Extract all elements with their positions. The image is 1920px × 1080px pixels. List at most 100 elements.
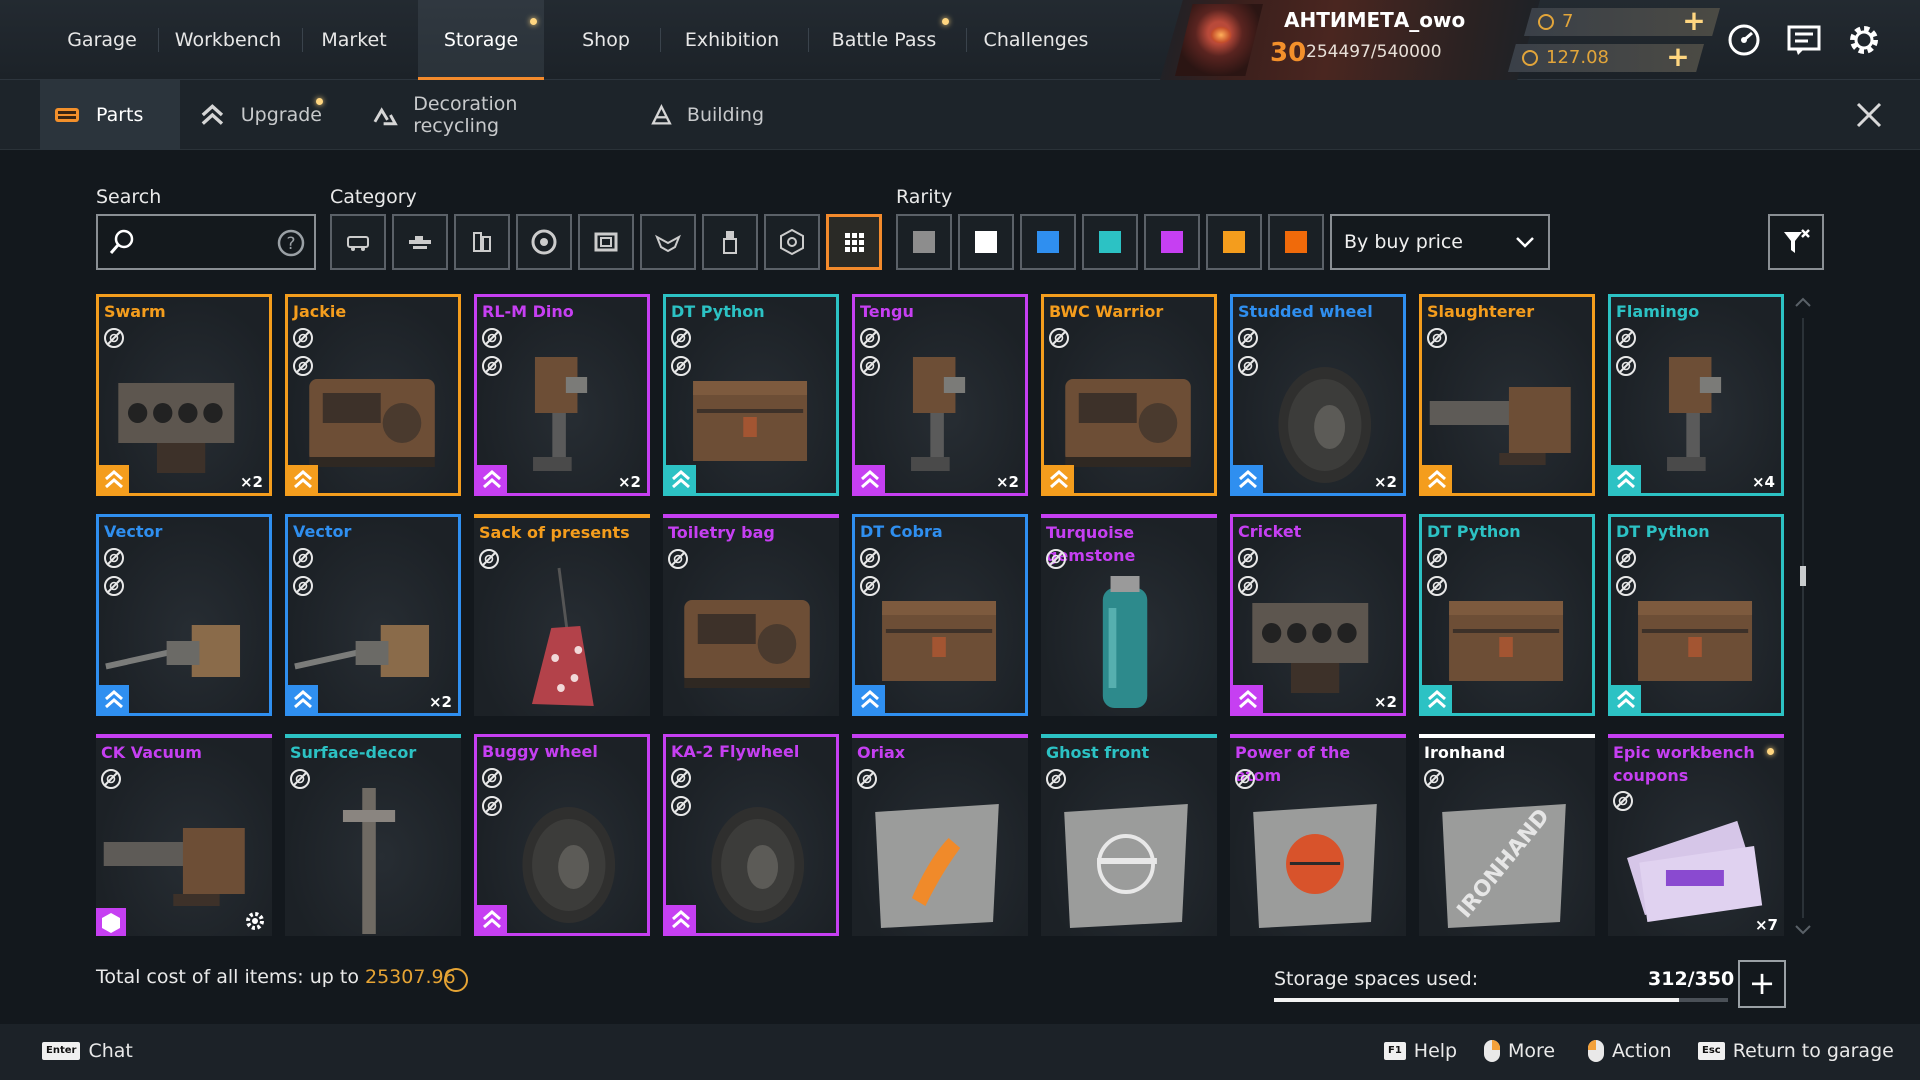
nav-tab-shop[interactable]: Shop — [556, 0, 656, 80]
item-card[interactable]: Flamingo ×4 — [1608, 294, 1784, 496]
return-hint[interactable]: Esc Return to garage — [1698, 1040, 1894, 1062]
close-icon[interactable] — [1854, 100, 1884, 130]
item-name: Jackie — [293, 302, 347, 321]
item-card[interactable]: Ghost front — [1041, 734, 1217, 936]
scrollbar-track[interactable] — [1802, 318, 1804, 918]
nav-tab-workbench[interactable]: Workbench — [162, 0, 294, 80]
nav-tab-exhibition[interactable]: Exhibition — [664, 0, 800, 80]
item-card[interactable]: Surface-decor — [285, 734, 461, 936]
scroll-down-icon[interactable] — [1794, 924, 1812, 936]
modules-category-icon — [473, 232, 491, 252]
action-label: Action — [1612, 1040, 1672, 1062]
category-filter-wheels[interactable] — [516, 214, 572, 270]
total-cost-value: 25307.96 — [365, 966, 456, 988]
search-input[interactable]: ? — [96, 214, 316, 270]
item-card[interactable]: Tengu ×2 — [852, 294, 1028, 496]
subtab-parts[interactable]: Parts — [40, 80, 180, 150]
category-filter-modules[interactable] — [454, 214, 510, 270]
item-card[interactable]: BWC Warrior — [1041, 294, 1217, 496]
action-hint[interactable]: Action — [1588, 1040, 1672, 1062]
add-coins-button[interactable]: + — [1680, 8, 1708, 36]
sort-dropdown[interactable]: By buy price — [1330, 214, 1550, 270]
help-label: Help — [1413, 1040, 1458, 1062]
not-sellable-icon — [1616, 356, 1636, 376]
rarity-badge — [855, 685, 885, 713]
item-card[interactable]: Slaughterer — [1419, 294, 1595, 496]
item-card[interactable]: Studded wheel ×2 — [1230, 294, 1406, 496]
item-card[interactable]: DT Python — [663, 294, 839, 496]
chat-hint[interactable]: Enter Chat — [42, 1040, 133, 1062]
item-card[interactable]: DT Python — [1419, 514, 1595, 716]
subtab-upgrade[interactable]: Upgrade — [186, 80, 334, 150]
not-sellable-icon — [1238, 576, 1258, 596]
add-money-button[interactable]: + — [1664, 44, 1692, 72]
upgrade-chevrons-icon — [861, 470, 879, 489]
help-icon[interactable]: ? — [276, 228, 306, 258]
item-card[interactable]: RL-M Dino ×2 — [474, 294, 650, 496]
item-card[interactable]: Turquoise gemstone — [1041, 514, 1217, 716]
item-card[interactable]: Swarm ×2 — [96, 294, 272, 496]
expand-storage-button[interactable]: + — [1738, 960, 1786, 1008]
building-icon — [651, 104, 672, 125]
rarity-filter-7[interactable] — [1268, 214, 1324, 270]
rarity-filter-5[interactable] — [1144, 214, 1200, 270]
item-card[interactable]: Toiletry bag — [663, 514, 839, 716]
nav-tab-garage[interactable]: Garage — [50, 0, 154, 80]
not-tradable-icon — [482, 768, 502, 788]
item-card[interactable]: Oriax — [852, 734, 1028, 936]
rarity-filter-1[interactable] — [896, 214, 952, 270]
scrollbar-thumb[interactable] — [1800, 566, 1806, 586]
coins-counter: 7 + — [1524, 8, 1720, 36]
speedometer-icon[interactable] — [1726, 22, 1762, 58]
category-filter-weapons[interactable] — [392, 214, 448, 270]
nav-tab-market[interactable]: Market — [306, 0, 402, 80]
nav-tab-battle-pass[interactable]: Battle Pass — [812, 0, 956, 80]
item-card[interactable]: IRONHAND Ironhand — [1419, 734, 1595, 936]
help-hint[interactable]: F1 Help — [1384, 1040, 1457, 1062]
item-card[interactable]: KA-2 Flywheel — [663, 734, 839, 936]
item-card[interactable]: DT Cobra — [852, 514, 1028, 716]
svg-text:?: ? — [286, 234, 295, 254]
category-filter-all[interactable] — [826, 214, 882, 270]
rarity-badge — [99, 685, 129, 713]
not-tradable-icon — [1616, 548, 1636, 568]
item-card[interactable]: Vector ×2 — [285, 514, 461, 716]
category-filter-cabins[interactable] — [330, 214, 386, 270]
item-card[interactable]: Cricket ×2 — [1230, 514, 1406, 716]
rarity-filter-2[interactable] — [958, 214, 1014, 270]
money-value: 127.08 — [1546, 47, 1609, 68]
rarity-filter-6[interactable] — [1206, 214, 1262, 270]
item-card[interactable]: Jackie — [285, 294, 461, 496]
not-tradable-icon — [1424, 769, 1444, 789]
storage-progress-bar — [1274, 998, 1728, 1002]
item-card[interactable]: Epic workbench coupons ×7 — [1608, 734, 1784, 936]
reset-filters-button[interactable] — [1768, 214, 1824, 270]
item-name: DT Cobra — [860, 522, 943, 541]
item-name: Swarm — [104, 302, 166, 321]
item-quantity: ×2 — [995, 473, 1019, 491]
category-filter-frames[interactable] — [578, 214, 634, 270]
more-label: More — [1508, 1040, 1556, 1062]
item-card[interactable]: CK Vacuum — [96, 734, 272, 936]
item-card[interactable]: Power of the atom — [1230, 734, 1406, 936]
item-card[interactable]: Vector — [96, 514, 272, 716]
category-filter-decor[interactable] — [640, 214, 696, 270]
news-icon[interactable] — [1786, 22, 1822, 58]
nav-tab-storage[interactable]: Storage — [418, 0, 544, 80]
settings-gear-icon[interactable] — [1846, 22, 1882, 58]
item-card[interactable]: DT Python — [1608, 514, 1784, 716]
weapons-category-icon — [409, 236, 431, 249]
category-filter-hardware[interactable] — [764, 214, 820, 270]
search-label: Search — [96, 186, 162, 208]
more-hint[interactable]: More — [1484, 1040, 1555, 1062]
upgrade-chevrons-icon — [483, 470, 501, 489]
subtab-building[interactable]: Building — [638, 80, 776, 150]
category-filter-paint[interactable] — [702, 214, 758, 270]
rarity-filter-4[interactable] — [1082, 214, 1138, 270]
rarity-filter-3[interactable] — [1020, 214, 1076, 270]
subtab-decoration-recycling[interactable]: Decoration recycling — [358, 80, 616, 150]
scroll-up-icon[interactable] — [1794, 296, 1812, 308]
nav-tab-challenges[interactable]: Challenges — [970, 0, 1102, 80]
item-card[interactable]: Buggy wheel — [474, 734, 650, 936]
item-card[interactable]: Sack of presents — [474, 514, 650, 716]
